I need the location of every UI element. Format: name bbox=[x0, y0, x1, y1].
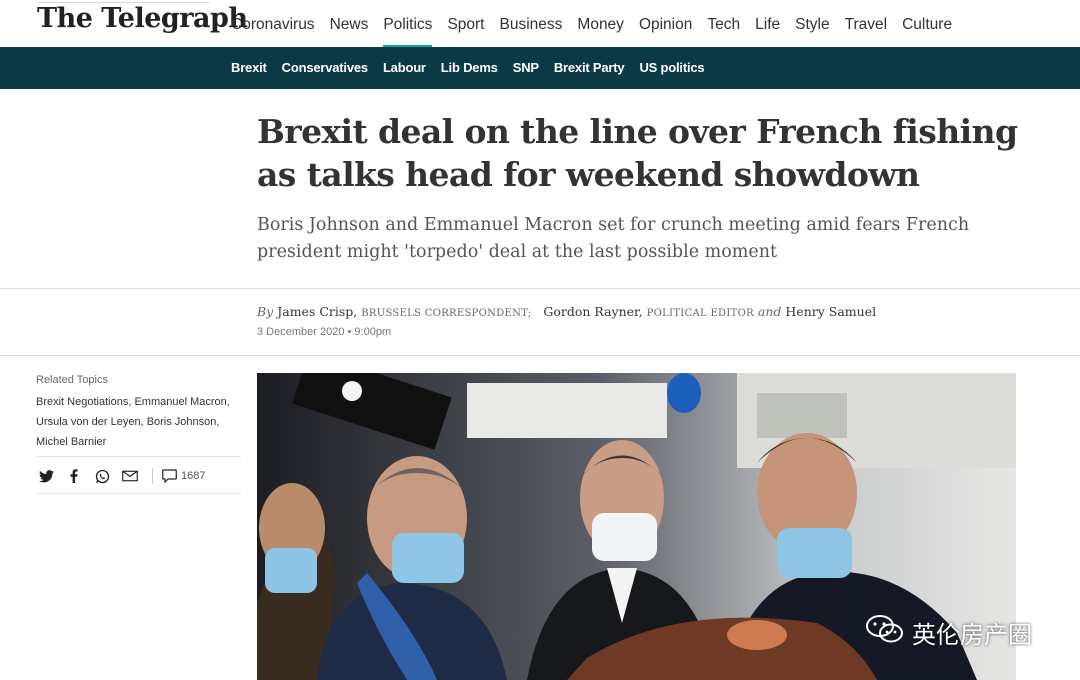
article-byline: By James Crisp, BRUSSELS CORRESPONDENT; … bbox=[257, 304, 876, 319]
secondary-nav: Brexit Conservatives Labour Lib Dems SNP… bbox=[231, 60, 719, 75]
article-headline: Brexit deal on the line over French fish… bbox=[257, 112, 1018, 194]
facebook-icon[interactable] bbox=[66, 468, 82, 484]
nav-item-opinion[interactable]: Opinion bbox=[639, 16, 692, 34]
topic-link[interactable]: Boris Johnson, bbox=[147, 416, 220, 428]
subnav-item-lib-dems[interactable]: Lib Dems bbox=[441, 60, 498, 75]
nav-item-money[interactable]: Money bbox=[577, 16, 624, 34]
subnav-item-us-politics[interactable]: US politics bbox=[639, 60, 704, 75]
author-james-crisp[interactable]: James Crisp, bbox=[277, 304, 357, 319]
topic-link[interactable]: Ursula von der Leyen, bbox=[36, 416, 144, 428]
publish-date: 3 December 2020 • 9:00pm bbox=[257, 326, 392, 338]
nav-item-sport[interactable]: Sport bbox=[447, 16, 484, 34]
email-icon[interactable] bbox=[122, 468, 138, 484]
related-topics-list: Brexit Negotiations, Emmanuel Macron, Ur… bbox=[36, 392, 241, 452]
watermark-text: 英伦房产圈 bbox=[912, 620, 1032, 649]
nav-item-politics[interactable]: Politics bbox=[383, 16, 433, 48]
byline-by: By bbox=[257, 304, 274, 319]
divider bbox=[0, 288, 1080, 289]
share-toolbar: 1687 bbox=[38, 467, 205, 485]
section-subnav-bar: Brexit Conservatives Labour Lib Dems SNP… bbox=[0, 47, 1080, 89]
nav-item-news[interactable]: News bbox=[330, 16, 369, 34]
subnav-item-snp[interactable]: SNP bbox=[513, 60, 539, 75]
sidebar-divider bbox=[36, 493, 241, 494]
author-henry-samuel[interactable]: Henry Samuel bbox=[785, 304, 876, 319]
author-role: POLITICAL EDITOR bbox=[646, 308, 754, 319]
related-topics-title: Related Topics bbox=[36, 374, 108, 386]
wechat-icon bbox=[866, 614, 904, 650]
sidebar-divider bbox=[36, 456, 241, 457]
nav-item-life[interactable]: Life bbox=[755, 16, 780, 34]
author-role: BRUSSELS CORRESPONDENT; bbox=[361, 308, 532, 319]
whatsapp-icon[interactable] bbox=[94, 468, 110, 484]
author-gordon-rayner[interactable]: Gordon Rayner, bbox=[543, 304, 642, 319]
subnav-item-brexit[interactable]: Brexit bbox=[231, 60, 267, 75]
subnav-item-labour[interactable]: Labour bbox=[383, 60, 426, 75]
nav-item-style[interactable]: Style bbox=[795, 16, 829, 34]
primary-nav: Coronavirus News Politics Sport Business… bbox=[231, 16, 967, 48]
article-standfirst: Boris Johnson and Emmanuel Macron set fo… bbox=[257, 215, 970, 262]
twitter-icon[interactable] bbox=[38, 468, 54, 484]
topic-link[interactable]: Michel Barnier bbox=[36, 436, 106, 448]
comment-count[interactable]: 1687 bbox=[181, 470, 205, 482]
topic-link[interactable]: Emmanuel Macron, bbox=[134, 396, 229, 408]
nav-item-coronavirus[interactable]: Coronavirus bbox=[231, 16, 315, 34]
top-navigation-bar: The Telegraph Coronavirus News Politics … bbox=[0, 0, 1080, 48]
watermark: 英伦房产圈 bbox=[866, 614, 1032, 650]
nav-item-culture[interactable]: Culture bbox=[902, 16, 952, 34]
comment-icon[interactable] bbox=[161, 468, 177, 484]
byline-and: and bbox=[757, 304, 782, 319]
nav-item-tech[interactable]: Tech bbox=[707, 16, 740, 34]
subnav-item-conservatives[interactable]: Conservatives bbox=[282, 60, 368, 75]
share-separator bbox=[152, 468, 153, 484]
nav-item-business[interactable]: Business bbox=[500, 16, 563, 34]
telegraph-logo[interactable]: The Telegraph bbox=[37, 3, 248, 34]
nav-item-travel[interactable]: Travel bbox=[845, 16, 888, 34]
subnav-item-brexit-party[interactable]: Brexit Party bbox=[554, 60, 625, 75]
topic-link[interactable]: Brexit Negotiations, bbox=[36, 396, 131, 408]
divider bbox=[0, 355, 1080, 356]
